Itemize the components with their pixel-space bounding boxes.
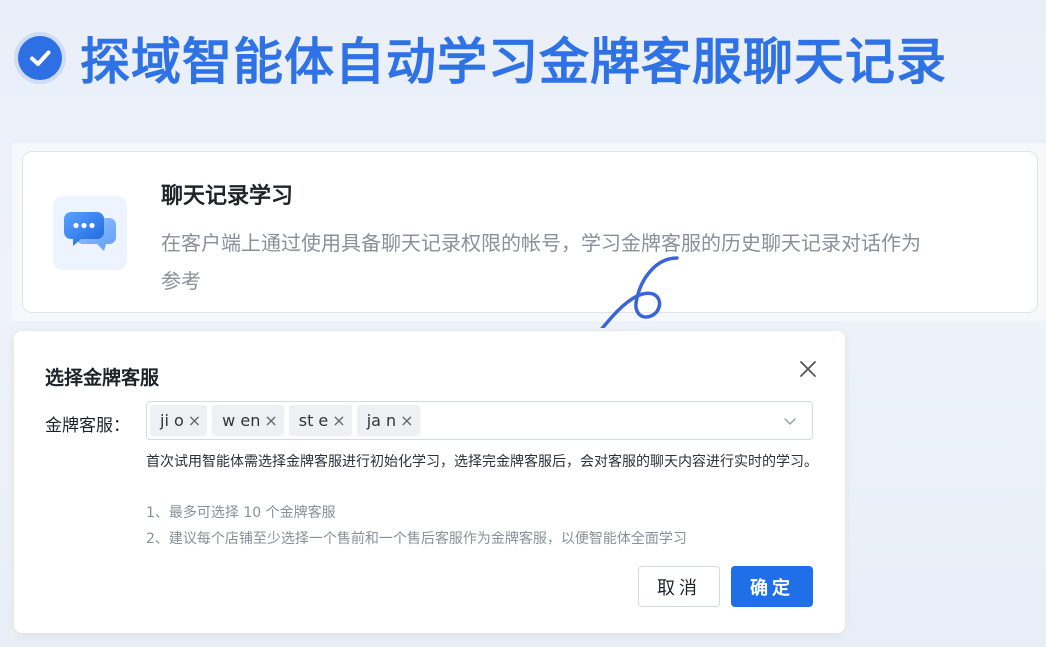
chevron-down-icon[interactable] [782,413,798,429]
tag-label: ji o [160,411,184,430]
tag-label: w en [222,411,261,430]
confirm-button[interactable]: 确定 [731,566,813,607]
chat-bubbles-icon [53,196,127,270]
remove-tag-icon[interactable]: × [264,411,277,430]
feature-title: 聊天记录学习 [161,184,294,209]
title-banner: 探域智能体自动学习金牌客服聊天记录 [18,20,947,96]
banner-title: 探域智能体自动学习金牌客服聊天记录 [80,33,947,91]
gold-agent-label: 金牌客服： [45,416,130,436]
tag-label: ja n [366,411,397,430]
cancel-button[interactable]: 取消 [638,566,720,607]
remove-tag-icon[interactable]: × [400,411,413,430]
selected-tag[interactable]: st e × [288,405,352,436]
note-recommendation: 2、建议每个店铺至少选择一个售前和一个售后客服作为金牌客服，以便智能体全面学习 [146,531,687,547]
close-button[interactable] [796,357,820,381]
dialog-title: 选择金牌客服 [45,367,160,389]
note-max-count: 1、最多可选择 10 个金牌客服 [146,505,336,521]
feature-card[interactable]: 聊天记录学习 在客户端上通过使用具备聊天记录权限的帐号，学习金牌客服的历史聊天记… [22,151,1038,313]
feature-card-container: 聊天记录学习 在客户端上通过使用具备聊天记录权限的帐号，学习金牌客服的历史聊天记… [12,143,1046,321]
help-text: 首次试用智能体需选择金牌客服进行初始化学习，选择完金牌客服后，会对客服的聊天内容… [146,454,818,470]
remove-tag-icon[interactable]: × [188,411,201,430]
gold-agent-select[interactable]: ji o × w en × st e × ja n × [146,401,813,440]
select-gold-agent-dialog: 选择金牌客服 金牌客服： ji o × w en × st e × ja n × [14,331,845,633]
feature-description: 在客户端上通过使用具备聊天记录权限的帐号，学习金牌客服的历史聊天记录对话作为参考 [161,231,921,293]
selected-tag[interactable]: w en × [212,405,284,436]
tag-label: st e [298,411,329,430]
remove-tag-icon[interactable]: × [332,411,345,430]
close-icon [800,361,816,377]
selected-tag[interactable]: ji o × [150,405,208,436]
check-circle-icon [18,36,62,80]
selected-tag[interactable]: ja n × [356,405,420,436]
